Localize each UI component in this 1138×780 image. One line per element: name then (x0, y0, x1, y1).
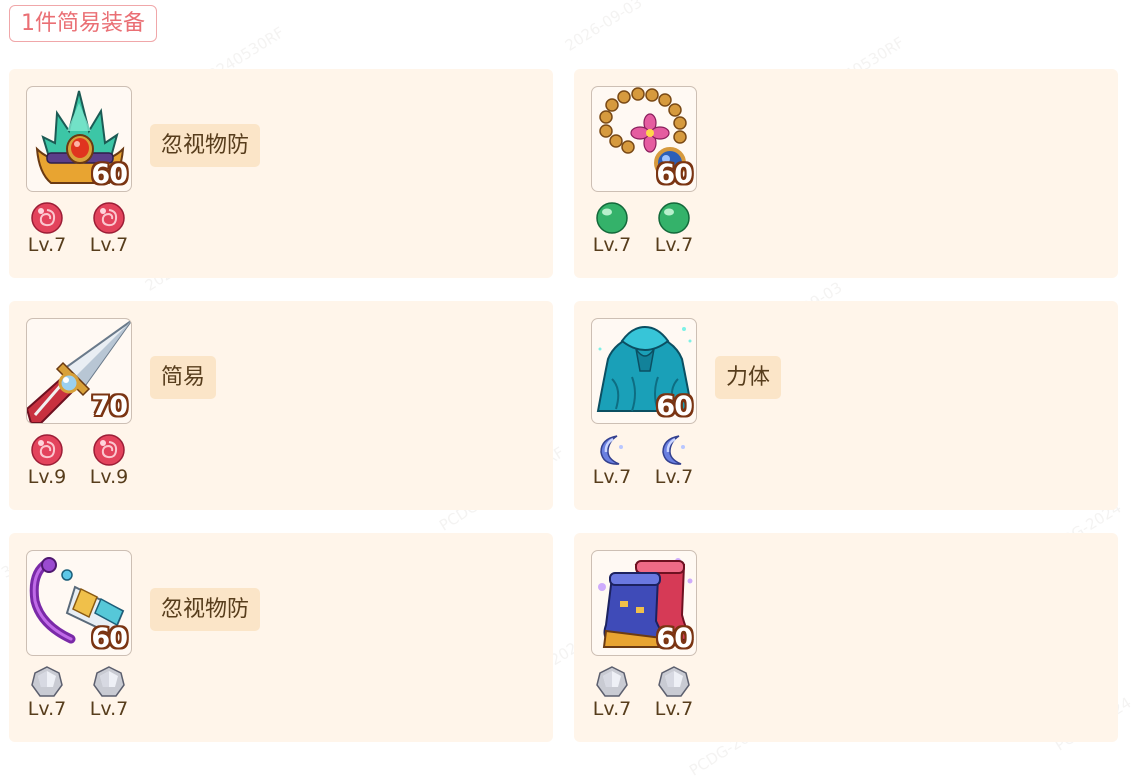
affix-tag: 忽视物防 (150, 124, 261, 167)
gem-socket[interactable]: Lv.7 (654, 201, 694, 256)
gem-level: Lv.7 (89, 698, 129, 720)
equipment-level: 70 (91, 391, 128, 422)
gem-level: Lv.9 (27, 466, 67, 488)
gem-level: Lv.7 (654, 466, 694, 488)
equipment-slot-necklace[interactable]: 60 (591, 86, 697, 192)
equipment-level: 60 (656, 623, 693, 654)
gem-socket[interactable]: Lv.7 (27, 665, 67, 720)
equipment-slot-boots[interactable]: 60 (591, 550, 697, 656)
affix-tag: 忽视物防 (150, 588, 261, 631)
equipment-level: 60 (91, 159, 128, 190)
gem-socket[interactable]: Lv.9 (89, 433, 129, 488)
gem-socket[interactable]: Lv.7 (27, 201, 67, 256)
equipment-slot-helmet[interactable]: 60 (26, 86, 132, 192)
affix-tag: 简易 (150, 356, 217, 399)
gem-level: Lv.7 (592, 466, 632, 488)
gem-level: Lv.7 (654, 698, 694, 720)
gem-socket[interactable]: Lv.9 (27, 433, 67, 488)
red-gem-icon (93, 434, 125, 466)
green-gem-icon (596, 202, 628, 234)
gem-socket[interactable]: Lv.7 (89, 665, 129, 720)
equipment-slot-sword[interactable]: 70 (26, 318, 132, 424)
equipment-card-boots[interactable]: 60 Lv.7 Lv.7 (574, 533, 1118, 742)
gem-level: Lv.7 (592, 698, 632, 720)
equipment-card-sword[interactable]: 70 简易 Lv.9 Lv.9 (9, 301, 553, 510)
gem-level: Lv.9 (89, 466, 129, 488)
gem-level: Lv.7 (89, 234, 129, 256)
equipment-card-belt[interactable]: 60 忽视物防 Lv.7 Lv.7 (9, 533, 553, 742)
equipment-level: 60 (91, 623, 128, 654)
moon-gem-icon (662, 435, 685, 465)
equipment-slot-armor[interactable]: 60 (591, 318, 697, 424)
gem-level: Lv.7 (27, 698, 67, 720)
red-gem-icon (93, 202, 125, 234)
equipment-card-necklace[interactable]: 60 Lv.7 Lv.7 (574, 69, 1118, 278)
equipment-slot-belt[interactable]: 60 (26, 550, 132, 656)
gem-level: Lv.7 (27, 234, 67, 256)
white-gem-icon (93, 666, 125, 697)
gem-socket[interactable]: Lv.7 (592, 433, 632, 488)
red-gem-icon (31, 202, 63, 234)
gem-level: Lv.7 (592, 234, 632, 256)
green-gem-icon (658, 202, 690, 234)
gem-socket[interactable]: Lv.7 (592, 665, 632, 720)
white-gem-icon (596, 666, 628, 697)
gem-socket[interactable]: Lv.7 (89, 201, 129, 256)
simple-equipment-badge: 1件简易装备 (9, 5, 157, 42)
white-gem-icon (31, 666, 63, 697)
gem-socket[interactable]: Lv.7 (654, 433, 694, 488)
white-gem-icon (658, 666, 690, 697)
red-gem-icon (31, 434, 63, 466)
equipment-level: 60 (656, 391, 693, 422)
gem-level: Lv.7 (654, 234, 694, 256)
gem-socket[interactable]: Lv.7 (654, 665, 694, 720)
equipment-level: 60 (656, 159, 693, 190)
gem-socket[interactable]: Lv.7 (592, 201, 632, 256)
affix-tag: 力体 (715, 356, 782, 399)
equipment-card-armor[interactable]: 60 力体 Lv.7 Lv.7 (574, 301, 1118, 510)
equipment-card-helmet[interactable]: 60 忽视物防 Lv.7 Lv.7 (9, 69, 553, 278)
moon-gem-icon (600, 435, 623, 465)
